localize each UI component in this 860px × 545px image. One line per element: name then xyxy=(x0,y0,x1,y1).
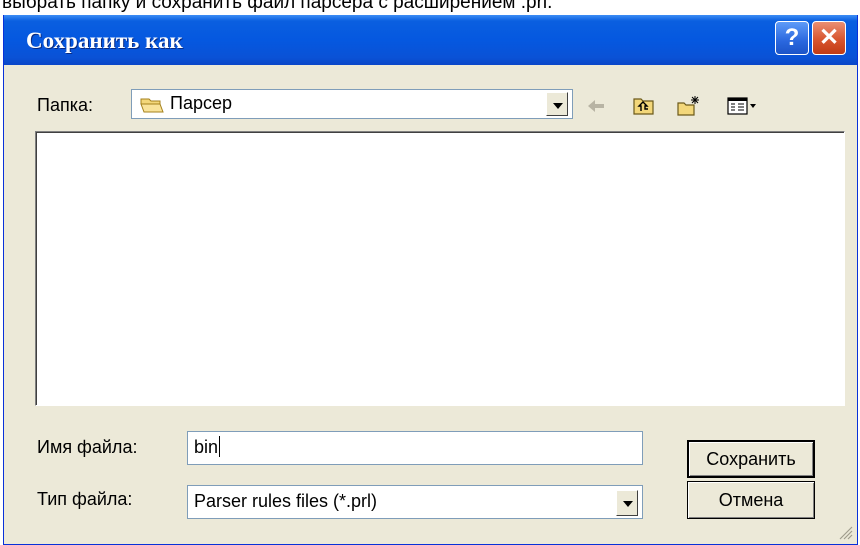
new-folder-icon[interactable] xyxy=(676,95,700,117)
folder-label: Папка: xyxy=(37,95,93,115)
page-caption: выбрать папку и сохранить файл парсера с… xyxy=(2,0,553,13)
help-button[interactable]: ? xyxy=(775,21,809,55)
filetype-value: Parser rules files (*.prl) xyxy=(194,491,378,511)
folder-value: Парсер xyxy=(170,93,232,113)
filename-label: Имя файла: xyxy=(37,437,138,457)
dialog-title: Сохранить как xyxy=(26,28,183,53)
file-list[interactable] xyxy=(35,131,845,406)
folder-combobox[interactable]: Парсер xyxy=(131,89,573,119)
title-bar[interactable]: Сохранить как ? ✕ xyxy=(4,15,857,65)
save-button[interactable]: Сохранить xyxy=(687,440,815,478)
text-caret xyxy=(219,436,221,457)
folder-dropdown-button[interactable] xyxy=(546,92,568,116)
filetype-label: Тип файла: xyxy=(37,489,133,509)
cancel-button[interactable]: Отмена xyxy=(687,481,815,519)
view-menu-icon[interactable] xyxy=(726,95,758,117)
filetype-dropdown-button[interactable] xyxy=(616,490,638,516)
close-button[interactable]: ✕ xyxy=(812,21,846,55)
filetype-combobox[interactable]: Parser rules files (*.prl) xyxy=(187,485,643,519)
folder-icon xyxy=(140,98,164,113)
filename-input[interactable]: bin xyxy=(187,431,643,465)
back-arrow-icon[interactable] xyxy=(584,95,608,117)
resize-grip-icon[interactable] xyxy=(839,526,853,540)
up-folder-icon[interactable] xyxy=(632,95,656,117)
filename-value: bin xyxy=(194,437,219,457)
save-as-dialog: Сохранить как ? ✕ Папка: Парсер Имя файл… xyxy=(3,15,858,545)
